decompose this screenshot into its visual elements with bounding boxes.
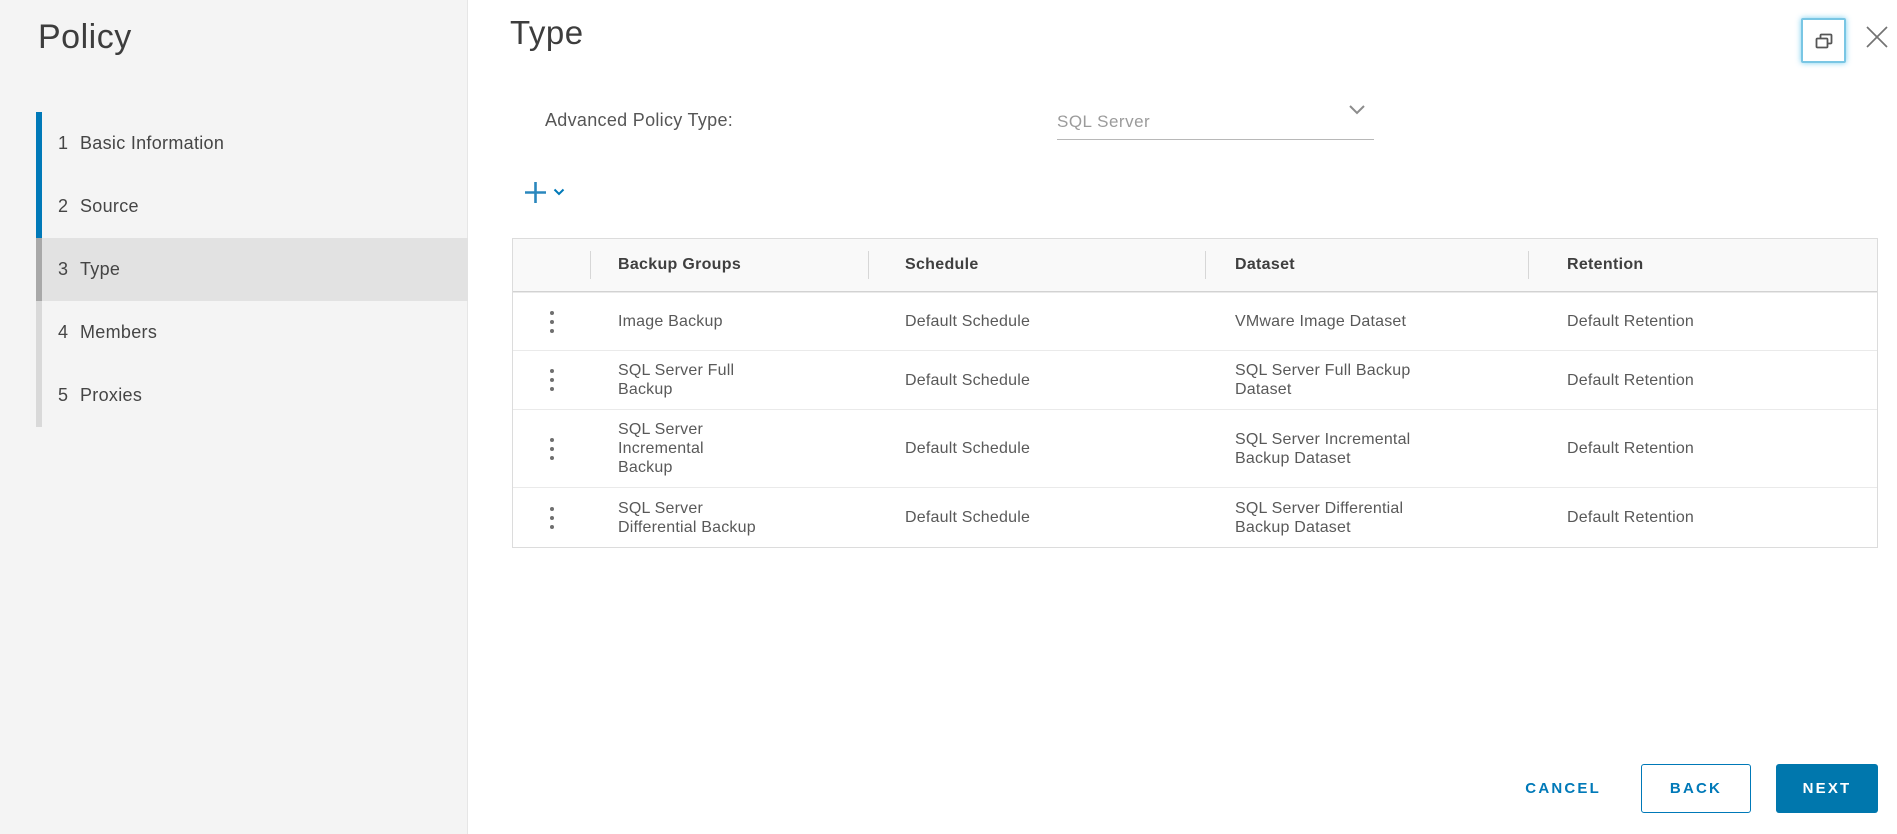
row-actions-kebab-icon[interactable] bbox=[544, 432, 560, 466]
step-label: Basic Information bbox=[80, 133, 225, 153]
step-number: 4 bbox=[58, 322, 69, 342]
cell-retention: Default Retention bbox=[1567, 371, 1695, 389]
table-header-dataset: Dataset bbox=[1205, 239, 1528, 291]
page-title: Type bbox=[510, 14, 584, 51]
cell-retention: Default Retention bbox=[1567, 509, 1695, 526]
advanced-policy-type-label: Advanced Policy Type: bbox=[545, 110, 734, 130]
step-number: 3 bbox=[58, 259, 69, 279]
cell-retention: Default Retention bbox=[1567, 440, 1695, 457]
add-backup-group-button[interactable] bbox=[524, 174, 582, 210]
wizard-footer: CANCEL BACK NEXT bbox=[1525, 764, 1878, 813]
table-row: SQL Server Full Backup Default Schedule … bbox=[513, 350, 1877, 409]
backup-groups-table: Backup Groups Schedule Dataset Retention… bbox=[512, 238, 1878, 548]
window-restore-icon bbox=[1812, 29, 1836, 53]
step-label: Members bbox=[80, 322, 158, 342]
cell-retention: Default Retention bbox=[1567, 313, 1695, 330]
cell-schedule: Default Schedule bbox=[905, 371, 1031, 389]
table-header-row: Backup Groups Schedule Dataset Retention bbox=[513, 239, 1877, 292]
step-number: 1 bbox=[58, 133, 69, 153]
cell-backup-group: SQL Server Incremental Backup bbox=[618, 421, 704, 476]
wizard-sidebar: Policy 1 Basic Information 2 Source 3 Ty… bbox=[0, 0, 468, 834]
sidebar-item-proxies[interactable]: 5 Proxies bbox=[36, 364, 468, 427]
table-header-actions bbox=[513, 239, 590, 291]
cell-dataset: VMware Image Dataset bbox=[1235, 313, 1407, 330]
step-label: Proxies bbox=[80, 385, 143, 405]
row-actions-kebab-icon[interactable] bbox=[544, 305, 560, 339]
step-label: Source bbox=[80, 196, 139, 216]
row-actions-kebab-icon[interactable] bbox=[544, 501, 560, 535]
table-header-retention: Retention bbox=[1528, 239, 1877, 291]
cell-backup-group: Image Backup bbox=[618, 313, 723, 330]
wizard-step-list: 1 Basic Information 2 Source 3 Type 4 Me… bbox=[36, 112, 468, 427]
sidebar-item-source[interactable]: 2 Source bbox=[36, 175, 468, 238]
cell-dataset: SQL Server Differential Backup Dataset bbox=[1235, 499, 1404, 536]
cell-dataset: SQL Server Full Backup Dataset bbox=[1235, 362, 1411, 398]
plus-icon bbox=[524, 181, 547, 204]
maximize-window-button[interactable] bbox=[1801, 18, 1846, 63]
sidebar-item-basic-information[interactable]: 1 Basic Information bbox=[36, 112, 468, 175]
sidebar-item-members[interactable]: 4 Members bbox=[36, 301, 468, 364]
cell-dataset: SQL Server Incremental Backup Dataset bbox=[1235, 430, 1411, 467]
step-label: Type bbox=[80, 259, 121, 279]
cancel-button[interactable]: CANCEL bbox=[1525, 780, 1601, 797]
advanced-policy-type-value: SQL Server bbox=[1057, 112, 1151, 131]
table-header-schedule: Schedule bbox=[868, 239, 1205, 291]
cell-schedule: Default Schedule bbox=[905, 440, 1031, 457]
cell-schedule: Default Schedule bbox=[905, 509, 1031, 526]
policy-wizard-dialog: Policy 1 Basic Information 2 Source 3 Ty… bbox=[0, 0, 1897, 834]
table-row: Image Backup Default Schedule VMware Ima… bbox=[513, 292, 1877, 350]
close-icon bbox=[1864, 24, 1890, 50]
table-row: SQL Server Incremental Backup Default Sc… bbox=[513, 409, 1877, 487]
table-header-backup-groups: Backup Groups bbox=[590, 239, 868, 291]
table-row: SQL Server Differential Backup Default S… bbox=[513, 487, 1877, 547]
cell-backup-group: SQL Server Full Backup bbox=[618, 362, 735, 398]
close-dialog-button[interactable] bbox=[1861, 21, 1893, 53]
back-button[interactable]: BACK bbox=[1641, 764, 1751, 813]
chevron-down-icon bbox=[553, 188, 565, 196]
advanced-policy-type-select[interactable]: SQL Server bbox=[1057, 97, 1374, 140]
dialog-title: Policy bbox=[38, 18, 132, 56]
row-actions-kebab-icon[interactable] bbox=[544, 363, 560, 397]
step-number: 5 bbox=[58, 385, 69, 405]
chevron-down-icon bbox=[1348, 103, 1366, 121]
next-button[interactable]: NEXT bbox=[1776, 764, 1878, 813]
cell-backup-group: SQL Server Differential Backup bbox=[618, 499, 756, 536]
cell-schedule: Default Schedule bbox=[905, 313, 1031, 330]
step-number: 2 bbox=[58, 196, 69, 216]
sidebar-item-type[interactable]: 3 Type bbox=[36, 238, 468, 301]
